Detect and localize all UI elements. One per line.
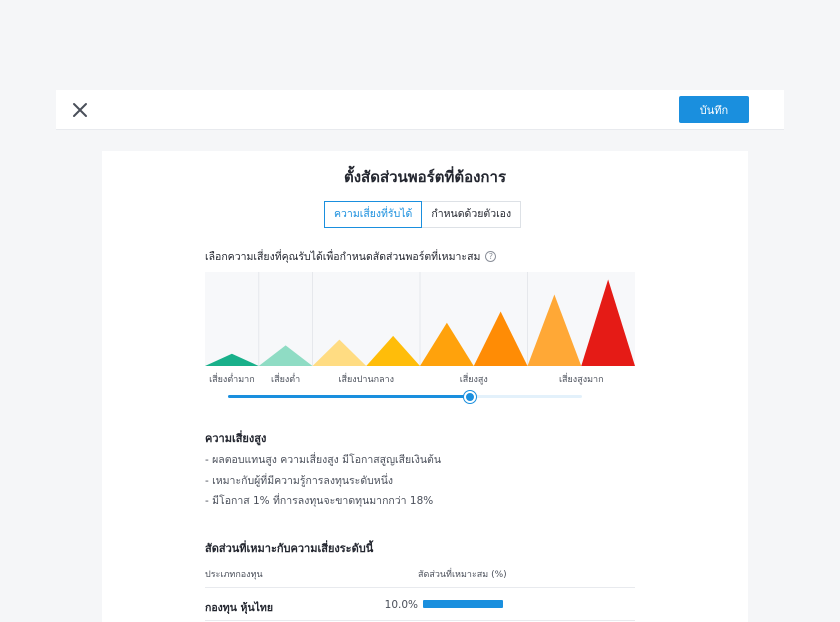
risk-label-medium: เสี่ยงปานกลาง [338,375,395,385]
page-title: ตั้งสัดส่วนพอร์ตที่ต้องการ [343,168,506,186]
slider-fill [228,395,471,398]
instruction: เลือกความเสี่ยงที่คุณรับได้เพื่อกำหนดสัด… [205,248,497,265]
risk-label-very-low: เสี่ยงต่ำมาก [209,375,255,385]
risk-label-very-high: เสี่ยงสูงมาก [558,375,604,385]
allocation-table-header: ประเภทกองทุน สัดส่วนที่เหมาะสม (%) [205,563,635,588]
fund-percent: 10.0% [384,599,418,611]
instruction-text: เลือกความเสี่ยงที่คุณรับได้เพื่อกำหนดสัด… [205,251,481,263]
column-fund-type: ประเภทกองทุน [205,570,263,580]
risk-description: - ผลตอบแทนสูง ความเสี่ยงสูง มีโอกาสสูญเส… [205,450,441,512]
allocation-bar [423,600,503,608]
risk-slider[interactable] [228,391,582,403]
fund-name: กองทุน หุ้นไทย [205,602,273,614]
help-icon[interactable]: ? [485,251,497,262]
risk-level-labels: เสี่ยงต่ำมาก เสี่ยงต่ำ เสี่ยงปานกลาง เสี… [205,372,635,386]
column-ratio: สัดส่วนที่เหมาะสม (%) [418,570,507,580]
risk-level-title: ความเสี่ยงสูง [205,432,267,445]
risk-zone-background [205,272,259,366]
allocation-title: สัดส่วนที่เหมาะกับความเสี่ยงระดับนี้ [205,542,374,555]
table-row: กองทุน หุ้นไทย 10.0% [205,591,635,621]
mode-toggle: ความเสี่ยงที่รับได้ กำหนดด้วยตัวเอง [324,201,522,228]
save-button[interactable]: บันทึก [679,96,749,123]
tab-risk-tolerance[interactable]: ความเสี่ยงที่รับได้ [324,201,423,228]
top-bar [56,90,784,130]
portfolio-card: ตั้งสัดส่วนพอร์ตที่ต้องการ ความเสี่ยงที่… [102,151,748,622]
risk-label-low: เสี่ยงต่ำ [271,375,301,385]
tab-custom[interactable]: กำหนดด้วยตัวเอง [422,201,522,228]
risk-bullet: - เหมาะกับผู้ที่มีความรู้การลงทุนระดับหน… [205,474,394,487]
slider-handle[interactable] [464,391,477,403]
risk-bullet: - มีโอกาส 1% ที่การลงทุนจะขาดทุนมากกว่า … [205,495,434,507]
close-icon[interactable] [70,100,90,120]
risk-bullet: - ผลตอบแทนสูง ความเสี่ยงสูง มีโอกาสสูญเส… [205,454,442,466]
risk-level-chart [205,272,635,366]
risk-label-high: เสี่ยงสูง [459,375,488,385]
